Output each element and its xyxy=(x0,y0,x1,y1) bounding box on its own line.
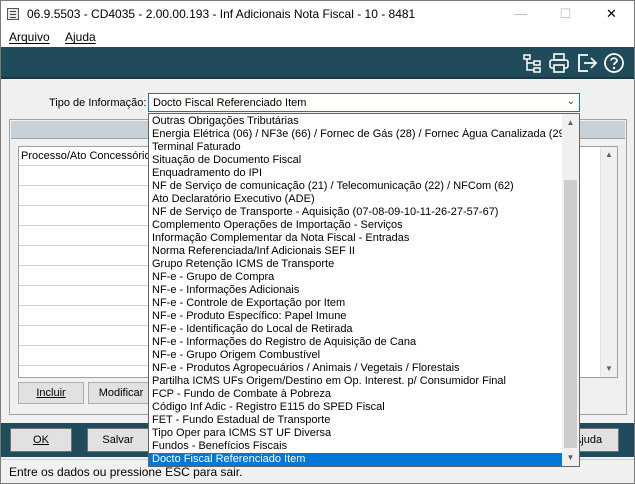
menu-arquivo[interactable]: Arquivo xyxy=(9,30,50,44)
dropdown-option[interactable]: Informação Complementar da Nota Fiscal -… xyxy=(149,232,563,245)
grid-row-line xyxy=(19,305,159,306)
tipo-informacao-value: Docto Fiscal Referenciado Item xyxy=(153,97,307,109)
tipo-informacao-dropdown-list[interactable]: Outras Obrigações Tributárias Energia Elé… xyxy=(148,113,580,467)
grid-row-line xyxy=(19,285,159,286)
tipo-informacao-select[interactable]: Docto Fiscal Referenciado Item ⌄ xyxy=(148,93,580,112)
close-button[interactable]: ✕ xyxy=(589,1,634,27)
menu-bar: Arquivo Ajuda xyxy=(1,27,634,47)
grid-row-line xyxy=(19,265,159,266)
dropdown-option[interactable]: NF-e - Informações do Registro de Aquisi… xyxy=(149,336,563,349)
dropdown-option[interactable]: Enquadramento do IPI xyxy=(149,167,563,180)
grid-row-line xyxy=(19,225,159,226)
help-icon[interactable] xyxy=(603,52,625,74)
scroll-down-icon[interactable]: ▼ xyxy=(562,449,579,466)
grid-column-header: Processo/Ato Concessório xyxy=(21,150,151,162)
grid-row-line xyxy=(19,185,159,186)
dropdown-option[interactable]: Grupo Retenção ICMS de Transporte xyxy=(149,258,563,271)
scroll-up-icon[interactable]: ▲ xyxy=(601,147,617,163)
tipo-informacao-label: Tipo de Informação: xyxy=(49,97,147,109)
grid-scrollbar[interactable]: ▲ ▼ xyxy=(600,147,617,377)
dropdown-option[interactable]: Terminal Faturado xyxy=(149,141,563,154)
dropdown-option[interactable]: Docto Fiscal Referenciado Item xyxy=(149,453,563,466)
status-text: Entre os dados ou pressione ESC para sai… xyxy=(9,465,243,479)
dropdown-option[interactable]: Fundos - Benefícios Fiscais xyxy=(149,440,563,453)
grid-row-line xyxy=(19,325,159,326)
dropdown-option[interactable]: NF de Serviço de comunicação (21) / Tele… xyxy=(149,180,563,193)
dropdown-option[interactable]: Energia Elétrica (06) / NF3e (66) / Forn… xyxy=(149,128,563,141)
dropdown-option[interactable]: NF-e - Produtos Agropecuários / Animais … xyxy=(149,362,563,375)
dropdown-option[interactable]: Ato Declaratório Executivo (ADE) xyxy=(149,193,563,206)
grid-row-line xyxy=(19,345,159,346)
grid-row-line xyxy=(19,245,159,246)
grid-row-line xyxy=(19,365,159,366)
dropdown-option[interactable]: NF-e - Informações Adicionais xyxy=(149,284,563,297)
grid-row-line xyxy=(19,205,159,206)
dropdown-option[interactable]: Partilha ICMS UFs Origem/Destino em Op. … xyxy=(149,375,563,388)
dropdown-option[interactable]: NF-e - Grupo de Compra xyxy=(149,271,563,284)
toolbar xyxy=(1,47,634,79)
dropdown-option[interactable]: NF-e - Produto Específico: Papel Imune xyxy=(149,310,563,323)
scroll-up-icon[interactable]: ▲ xyxy=(562,114,579,131)
dropdown-scrollbar[interactable]: ▲ ▼ xyxy=(562,114,579,466)
dropdown-option[interactable]: NF-e - Controle de Exportação por Item xyxy=(149,297,563,310)
dropdown-option[interactable]: FET - Fundo Estadual de Transporte xyxy=(149,414,563,427)
dropdown-option[interactable]: Outras Obrigações Tributárias xyxy=(149,115,563,128)
dropdown-option[interactable]: Tipo Oper para ICMS ST UF Diversa xyxy=(149,427,563,440)
incluir-label: Incluir xyxy=(36,387,66,399)
chevron-down-icon[interactable]: ⌄ xyxy=(567,96,575,107)
dropdown-option[interactable]: NF-e - Identificação do Local de Retirad… xyxy=(149,323,563,336)
app-icon xyxy=(7,8,19,20)
dropdown-option[interactable]: Situação de Documento Fiscal xyxy=(149,154,563,167)
incluir-button[interactable]: Incluir xyxy=(18,382,84,404)
grid-row-line xyxy=(19,165,159,166)
maximize-button[interactable]: ☐ xyxy=(543,1,588,27)
tree-structure-icon[interactable] xyxy=(521,52,543,74)
scroll-thumb[interactable] xyxy=(564,180,577,448)
title-bar: 06.9.5503 - CD4035 - 2.00.00.193 - Inf A… xyxy=(1,1,634,27)
minimize-button[interactable]: — xyxy=(498,1,543,27)
salvar-button[interactable]: Salvar xyxy=(87,428,149,452)
dropdown-option[interactable]: Norma Referenciada/Inf Adicionais SEF II xyxy=(149,245,563,258)
menu-ajuda[interactable]: Ajuda xyxy=(65,30,96,44)
ok-button[interactable]: OK xyxy=(10,428,72,452)
dropdown-option[interactable]: Código Inf Adic - Registro E115 do SPED … xyxy=(149,401,563,414)
modificar-button[interactable]: Modificar xyxy=(88,382,154,404)
scroll-down-icon[interactable]: ▼ xyxy=(601,361,617,377)
application-window: 06.9.5503 - CD4035 - 2.00.00.193 - Inf A… xyxy=(0,0,635,484)
dropdown-option[interactable]: NF de Serviço de Transporte - Aquisição … xyxy=(149,206,563,219)
dropdown-option[interactable]: FCP - Fundo de Combate à Pobreza xyxy=(149,388,563,401)
dropdown-option[interactable]: Complemento Operações de Importação - Se… xyxy=(149,219,563,232)
ok-label: OK xyxy=(33,434,49,446)
salvar-label: Salvar xyxy=(102,434,134,446)
dropdown-option[interactable]: NF-e - Grupo Origem Combustível xyxy=(149,349,563,362)
window-title: 06.9.5503 - CD4035 - 2.00.00.193 - Inf A… xyxy=(27,7,416,21)
modificar-label: Modificar xyxy=(98,387,144,399)
printer-icon[interactable] xyxy=(548,52,570,74)
exit-icon[interactable] xyxy=(576,52,598,74)
